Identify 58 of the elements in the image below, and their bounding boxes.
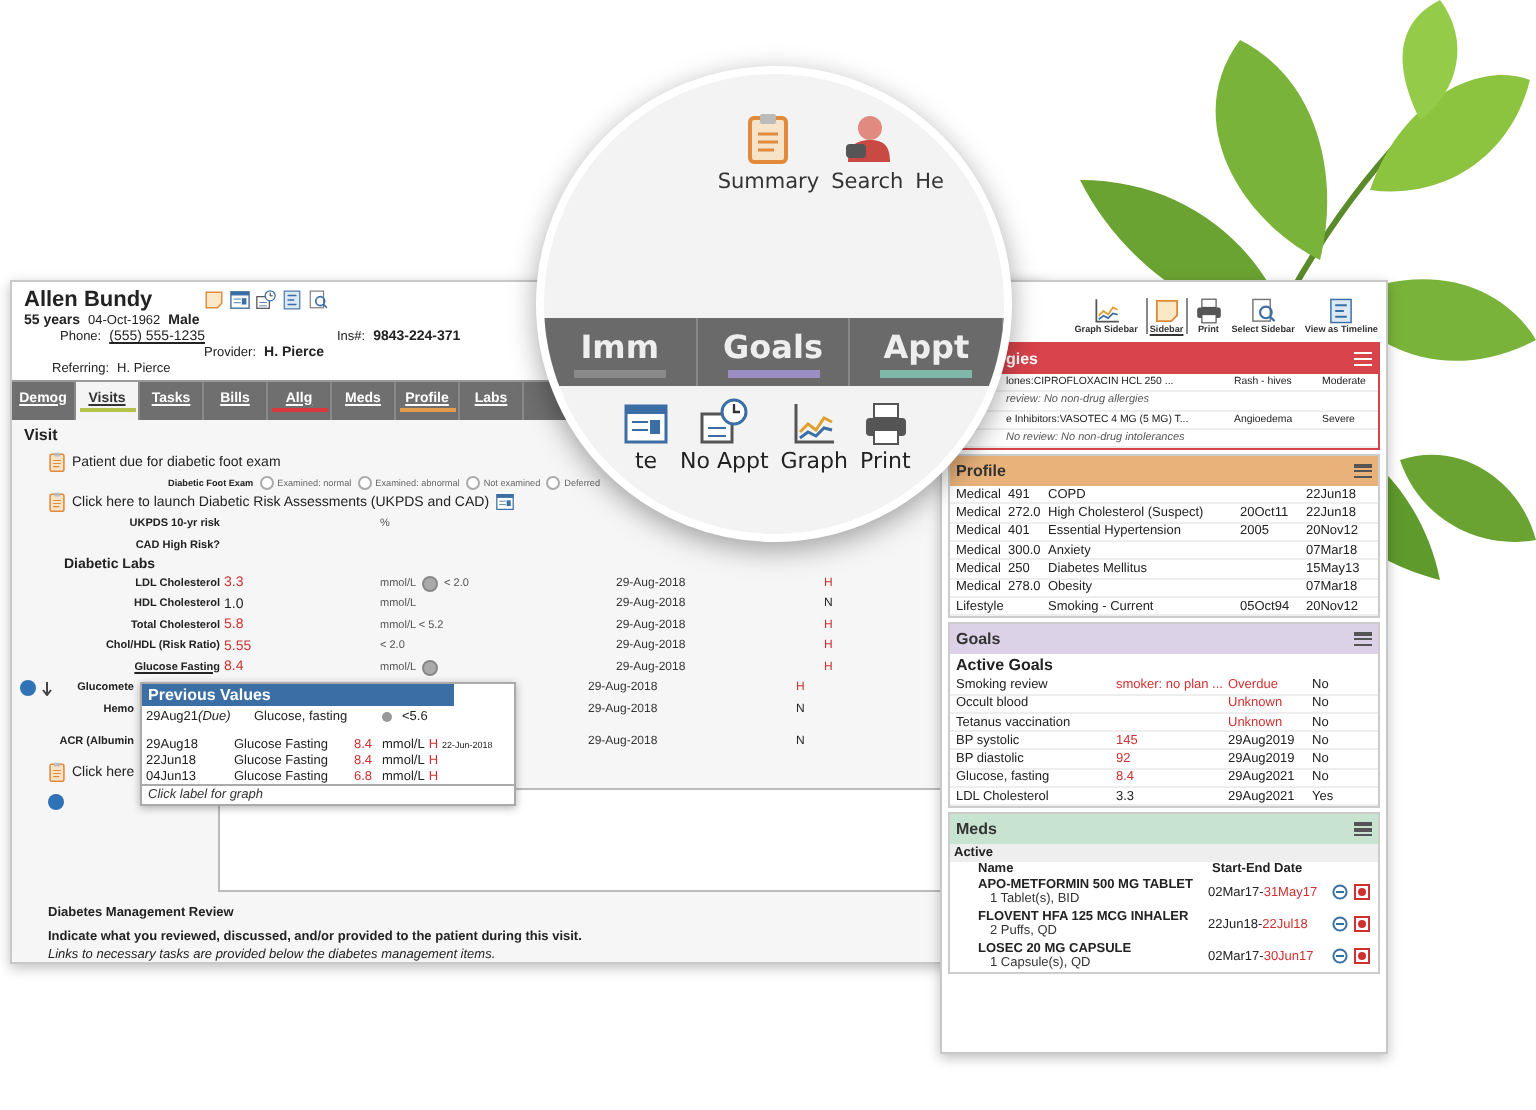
- help-icon[interactable]: [48, 793, 64, 809]
- toolbar-button[interactable]: Summary: [717, 106, 820, 194]
- menu-icon[interactable]: [1354, 822, 1372, 837]
- document-list-icon: [1328, 298, 1355, 324]
- note-icon: [1153, 298, 1180, 324]
- toolbar-button[interactable]: No Appt: [680, 398, 769, 474]
- status-dot-icon: [382, 711, 392, 721]
- person-icon: [841, 112, 894, 164]
- calendar-clock-icon: [700, 398, 749, 446]
- tab[interactable]: Goals: [697, 318, 851, 386]
- panel-title: Profile: [956, 462, 1006, 481]
- radio-button[interactable]: [357, 475, 372, 489]
- refill-icon[interactable]: [1332, 948, 1348, 965]
- panel-title: Goals: [956, 630, 1001, 649]
- document-magnifier-icon: [1250, 298, 1277, 324]
- form-icon: [230, 290, 251, 310]
- document-magnifier-icon: [308, 290, 329, 310]
- stop-icon[interactable]: [1354, 948, 1370, 965]
- clipboard-icon: [48, 762, 66, 782]
- refill-icon[interactable]: [1332, 884, 1348, 901]
- document-list-icon: [282, 290, 303, 310]
- down-arrow-icon: [42, 681, 52, 695]
- toolbar-button[interactable]: Search: [831, 106, 904, 194]
- chart-icon[interactable]: [422, 575, 439, 591]
- form-icon: [624, 402, 668, 446]
- toolbar-button[interactable]: te: [624, 402, 668, 474]
- radio-button[interactable]: [259, 475, 274, 489]
- clipboard-icon: [48, 452, 66, 472]
- line-graph-icon: [1093, 298, 1120, 324]
- panel-title: gies: [1006, 350, 1039, 368]
- chart-icon[interactable]: [422, 659, 439, 675]
- menu-icon[interactable]: [1354, 464, 1372, 479]
- clipboard-icon: [48, 492, 66, 512]
- clipboard-icon: [746, 112, 791, 164]
- form-icon: [495, 492, 514, 512]
- calendar-clock-icon: [256, 290, 277, 310]
- toolbar-button[interactable]: He: [915, 106, 944, 194]
- popup-title: Previous Values: [142, 684, 454, 706]
- menu-icon[interactable]: [1354, 352, 1372, 366]
- radio-button[interactable]: [546, 475, 561, 489]
- goals-subtitle: Active Goals: [954, 654, 1055, 677]
- toolbar-button[interactable]: Print: [860, 402, 911, 474]
- stop-icon[interactable]: [1354, 884, 1370, 901]
- stop-icon[interactable]: [1354, 916, 1370, 933]
- printer-icon: [863, 402, 908, 446]
- panel-title: Meds: [956, 820, 997, 839]
- menu-icon[interactable]: [1354, 632, 1372, 647]
- tab[interactable]: Appt: [850, 318, 1004, 386]
- toolbar-button[interactable]: Graph: [780, 402, 849, 474]
- tab[interactable]: Imm: [544, 318, 698, 386]
- patient-name: Allen Bundy: [24, 288, 153, 312]
- printer-icon: [1195, 298, 1222, 324]
- refill-icon[interactable]: [1332, 916, 1348, 933]
- section-title: Visit: [24, 426, 58, 444]
- note-icon: [204, 290, 225, 310]
- line-graph-icon: [792, 402, 837, 446]
- help-icon[interactable]: [20, 680, 36, 696]
- radio-button[interactable]: [465, 475, 480, 489]
